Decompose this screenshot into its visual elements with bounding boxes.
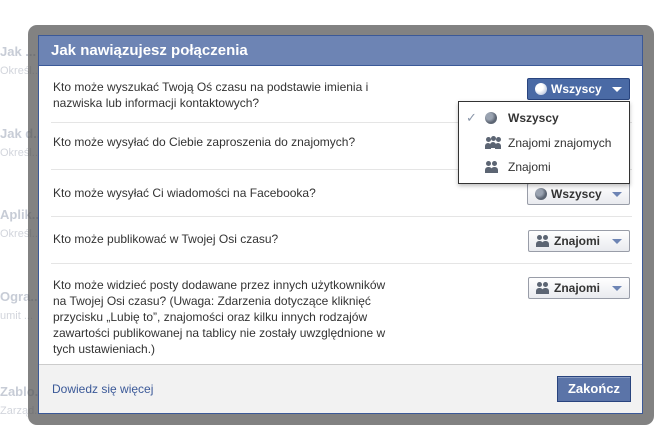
audience-dropdown-label: Znajomi: [554, 281, 601, 295]
done-button[interactable]: Zakończ: [557, 376, 631, 402]
audience-dropdown-label: Wszyscy: [551, 82, 602, 96]
menu-item-everyone[interactable]: ✓ Wszyscy: [459, 107, 629, 129]
menu-item-friends[interactable]: Znajomi: [459, 156, 629, 178]
audience-dropdown-label: Znajomi: [554, 234, 601, 248]
menu-item-friends-of-friends[interactable]: Znajomi znajomych: [459, 132, 629, 154]
menu-item-label: Znajomi: [508, 160, 551, 174]
friends-of-friends-icon: [485, 137, 501, 149]
setting-question: Kto może wyszukać Twoją Oś czasu na pods…: [53, 80, 369, 110]
privacy-dialog: Jak nawiązujesz połączenia Kto może wysz…: [38, 35, 643, 414]
dialog-footer: Dowiedz się więcej Zakończ: [39, 364, 642, 413]
friends-icon: [485, 161, 499, 173]
setting-question: Kto może publikować w Twojej Osi czasu?: [53, 232, 279, 246]
globe-icon: [485, 112, 497, 124]
setting-question: Kto może wysyłać Ci wiadomości na Facebo…: [53, 186, 316, 200]
audience-menu: ✓ Wszyscy Znajomi znajomych Znajomi: [458, 101, 630, 184]
menu-item-label: Znajomi znajomych: [508, 136, 612, 150]
audience-dropdown-search[interactable]: Wszyscy: [527, 78, 630, 100]
settings-row: Kto może publikować w Twojej Osi czasu? …: [51, 217, 632, 264]
audience-dropdown-timeline-posting[interactable]: Znajomi: [528, 230, 630, 252]
learn-more-link[interactable]: Dowiedz się więcej: [52, 382, 153, 396]
friends-icon: [536, 235, 550, 247]
settings-row: Kto może widzieć posty dodawane przez in…: [51, 264, 632, 364]
chevron-down-icon: [612, 192, 622, 197]
check-icon: ✓: [466, 110, 477, 125]
chevron-down-icon: [612, 286, 622, 291]
chevron-down-icon: [612, 239, 622, 244]
menu-item-label: Wszyscy: [508, 111, 559, 125]
globe-icon: [535, 188, 547, 200]
audience-dropdown-timeline-visibility[interactable]: Znajomi: [528, 277, 630, 299]
friends-icon: [536, 282, 550, 294]
chevron-down-icon: [612, 87, 622, 92]
audience-dropdown-messages[interactable]: Wszyscy: [527, 183, 630, 205]
audience-dropdown-label: Wszyscy: [551, 187, 602, 201]
setting-question: Kto może widzieć posty dodawane przez in…: [53, 278, 386, 356]
globe-icon: [535, 83, 547, 95]
dialog-title: Jak nawiązujesz połączenia: [39, 36, 642, 66]
setting-question: Kto może wysyłać do Ciebie zaproszenia d…: [53, 135, 356, 149]
